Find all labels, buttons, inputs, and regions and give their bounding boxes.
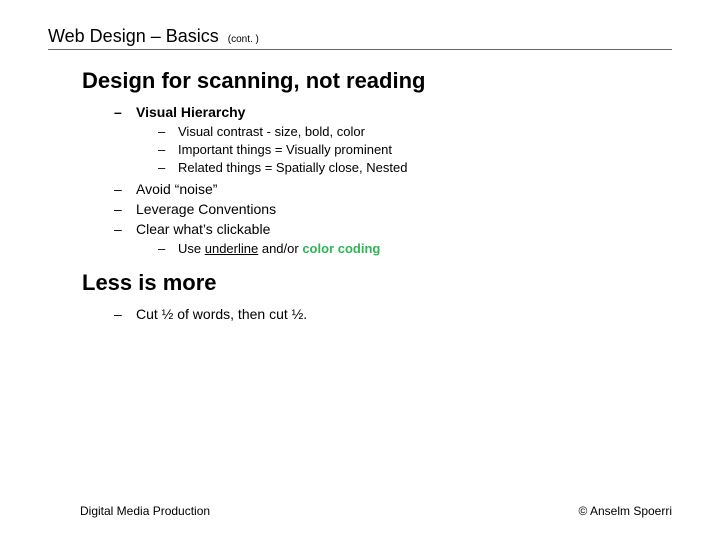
slide-header: Web Design – Basics (cont. )	[48, 26, 672, 50]
list-item-label: Visual Hierarchy	[136, 104, 245, 120]
header-cont: (cont. )	[228, 34, 259, 45]
section-heading: Less is more	[82, 270, 672, 296]
list-item: Visual contrast - size, bold, color	[178, 124, 672, 139]
footer-right: © Anselm Spoerri	[578, 504, 672, 518]
bullet-list: Cut ½ of words, then cut ½.	[82, 306, 672, 322]
slide-content: Design for scanning, not reading Visual …	[48, 68, 672, 322]
list-item-label: Clear what’s clickable	[136, 221, 270, 237]
text: Use	[178, 241, 205, 256]
slide-footer: Digital Media Production © Anselm Spoerr…	[0, 504, 720, 518]
list-item: Important things = Visually prominent	[178, 142, 672, 157]
sub-list: Visual contrast - size, bold, color Impo…	[136, 124, 672, 175]
list-item: Related things = Spatially close, Nested	[178, 160, 672, 175]
text: and/or	[258, 241, 302, 256]
footer-left: Digital Media Production	[80, 504, 210, 518]
slide: Web Design – Basics (cont. ) Design for …	[0, 0, 720, 540]
list-item: Cut ½ of words, then cut ½.	[136, 306, 672, 322]
list-item: Use underline and/or color coding	[178, 241, 672, 256]
section-heading: Design for scanning, not reading	[82, 68, 672, 94]
list-item: Clear what’s clickable Use underline and…	[136, 221, 672, 256]
list-item: Visual Hierarchy Visual contrast - size,…	[136, 104, 672, 175]
list-item: Avoid “noise”	[136, 181, 672, 197]
header-title: Web Design – Basics	[48, 26, 219, 46]
underline-text: underline	[205, 241, 259, 256]
bullet-list: Visual Hierarchy Visual contrast - size,…	[82, 104, 672, 256]
sub-list: Use underline and/or color coding	[136, 241, 672, 256]
color-coded-text: color coding	[302, 241, 380, 256]
list-item: Leverage Conventions	[136, 201, 672, 217]
